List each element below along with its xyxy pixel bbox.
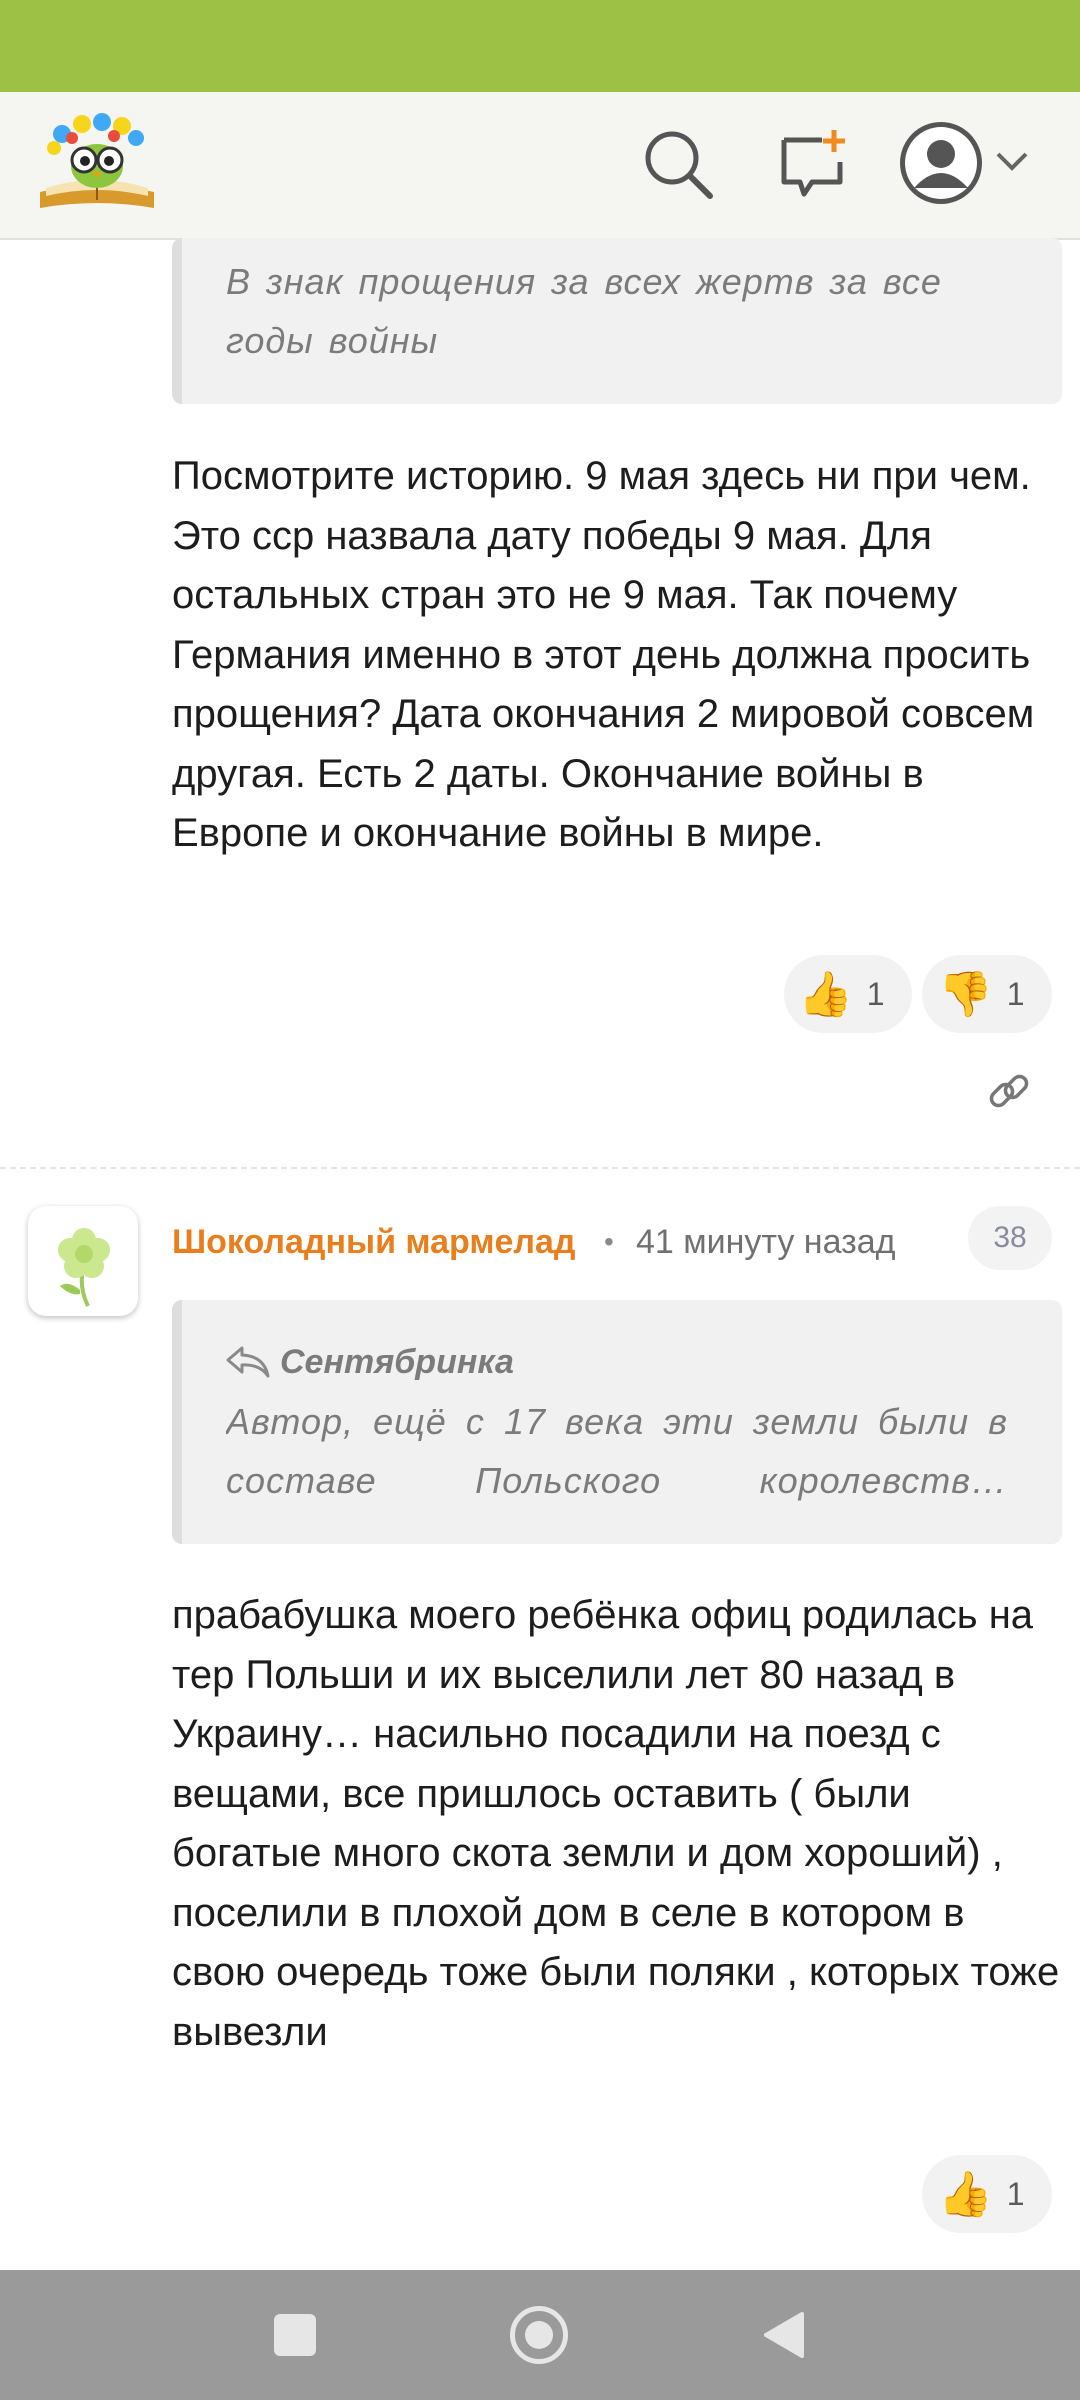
new-message-icon[interactable] xyxy=(776,126,852,202)
dislike-button[interactable]: 👎 1 xyxy=(922,955,1052,1033)
comment-body: Посмотрите историю. 9 мая здесь ни при ч… xyxy=(172,454,1035,855)
like-button[interactable]: 👍 1 xyxy=(784,955,912,1033)
book-owl-logo-icon[interactable] xyxy=(32,108,162,212)
comment-number-badge[interactable]: 38 xyxy=(968,1206,1052,1270)
circle-icon[interactable] xyxy=(510,2306,568,2364)
thumbs-up-icon: 👍 xyxy=(798,970,853,1019)
square-icon[interactable] xyxy=(274,2314,316,2356)
meta-separator: • xyxy=(604,1226,614,1257)
link-icon[interactable] xyxy=(984,1066,1034,1116)
like-count: 1 xyxy=(866,975,885,1012)
dislike-count: 1 xyxy=(1006,975,1025,1012)
comment-divider xyxy=(0,1167,1080,1169)
like-count: 1 xyxy=(1006,2175,1025,2212)
chevron-down-icon[interactable] xyxy=(994,148,1030,176)
flower-avatar-icon[interactable] xyxy=(28,1206,138,1316)
quote-text: В знак прощения за всех жертв за все год… xyxy=(226,261,942,361)
comment-body: прабабушка моего ребёнка офиц родилась н… xyxy=(172,1593,1060,2054)
status-bar xyxy=(0,0,1080,92)
triangle-back-icon[interactable] xyxy=(760,2310,806,2360)
thumbs-up-icon: 👍 xyxy=(938,2170,993,2219)
like-button[interactable]: 👍 1 xyxy=(922,2155,1052,2233)
comment-time: 41 минуту назад xyxy=(636,1223,896,1261)
search-icon[interactable] xyxy=(640,126,716,202)
thumbs-down-icon: 👎 xyxy=(938,970,993,1019)
comment-author[interactable]: Шоколадный мармелад xyxy=(172,1221,576,1263)
quote-author: Сентябринка xyxy=(280,1343,514,1381)
reply-arrow-icon xyxy=(226,1346,270,1378)
avatar-icon[interactable] xyxy=(900,122,982,204)
quote-text: Автор, ещё с 17 века эти земли были в со… xyxy=(226,1401,1008,1501)
